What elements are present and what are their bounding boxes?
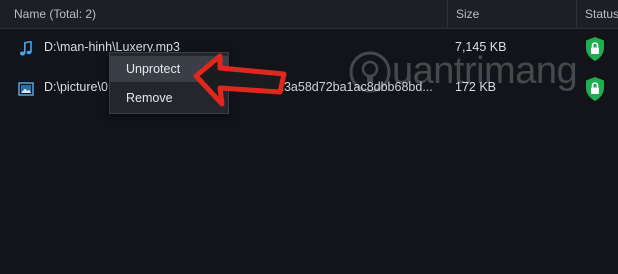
watermark-text: uantrimang <box>392 50 578 92</box>
image-file-icon <box>18 82 34 96</box>
file-name: D:\picture\0 <box>44 80 108 94</box>
music-file-icon <box>19 41 32 56</box>
watermark-logo: uantrimang <box>344 44 604 104</box>
red-arrow-annotation <box>193 53 287 107</box>
column-header-size[interactable]: Size <box>447 0 571 28</box>
column-header-status[interactable]: Status <box>576 0 618 28</box>
lightbulb-icon <box>349 51 391 93</box>
column-header-name[interactable]: Name (Total: 2) <box>6 0 444 28</box>
file-list-header: Name (Total: 2) Size Status <box>0 0 618 29</box>
